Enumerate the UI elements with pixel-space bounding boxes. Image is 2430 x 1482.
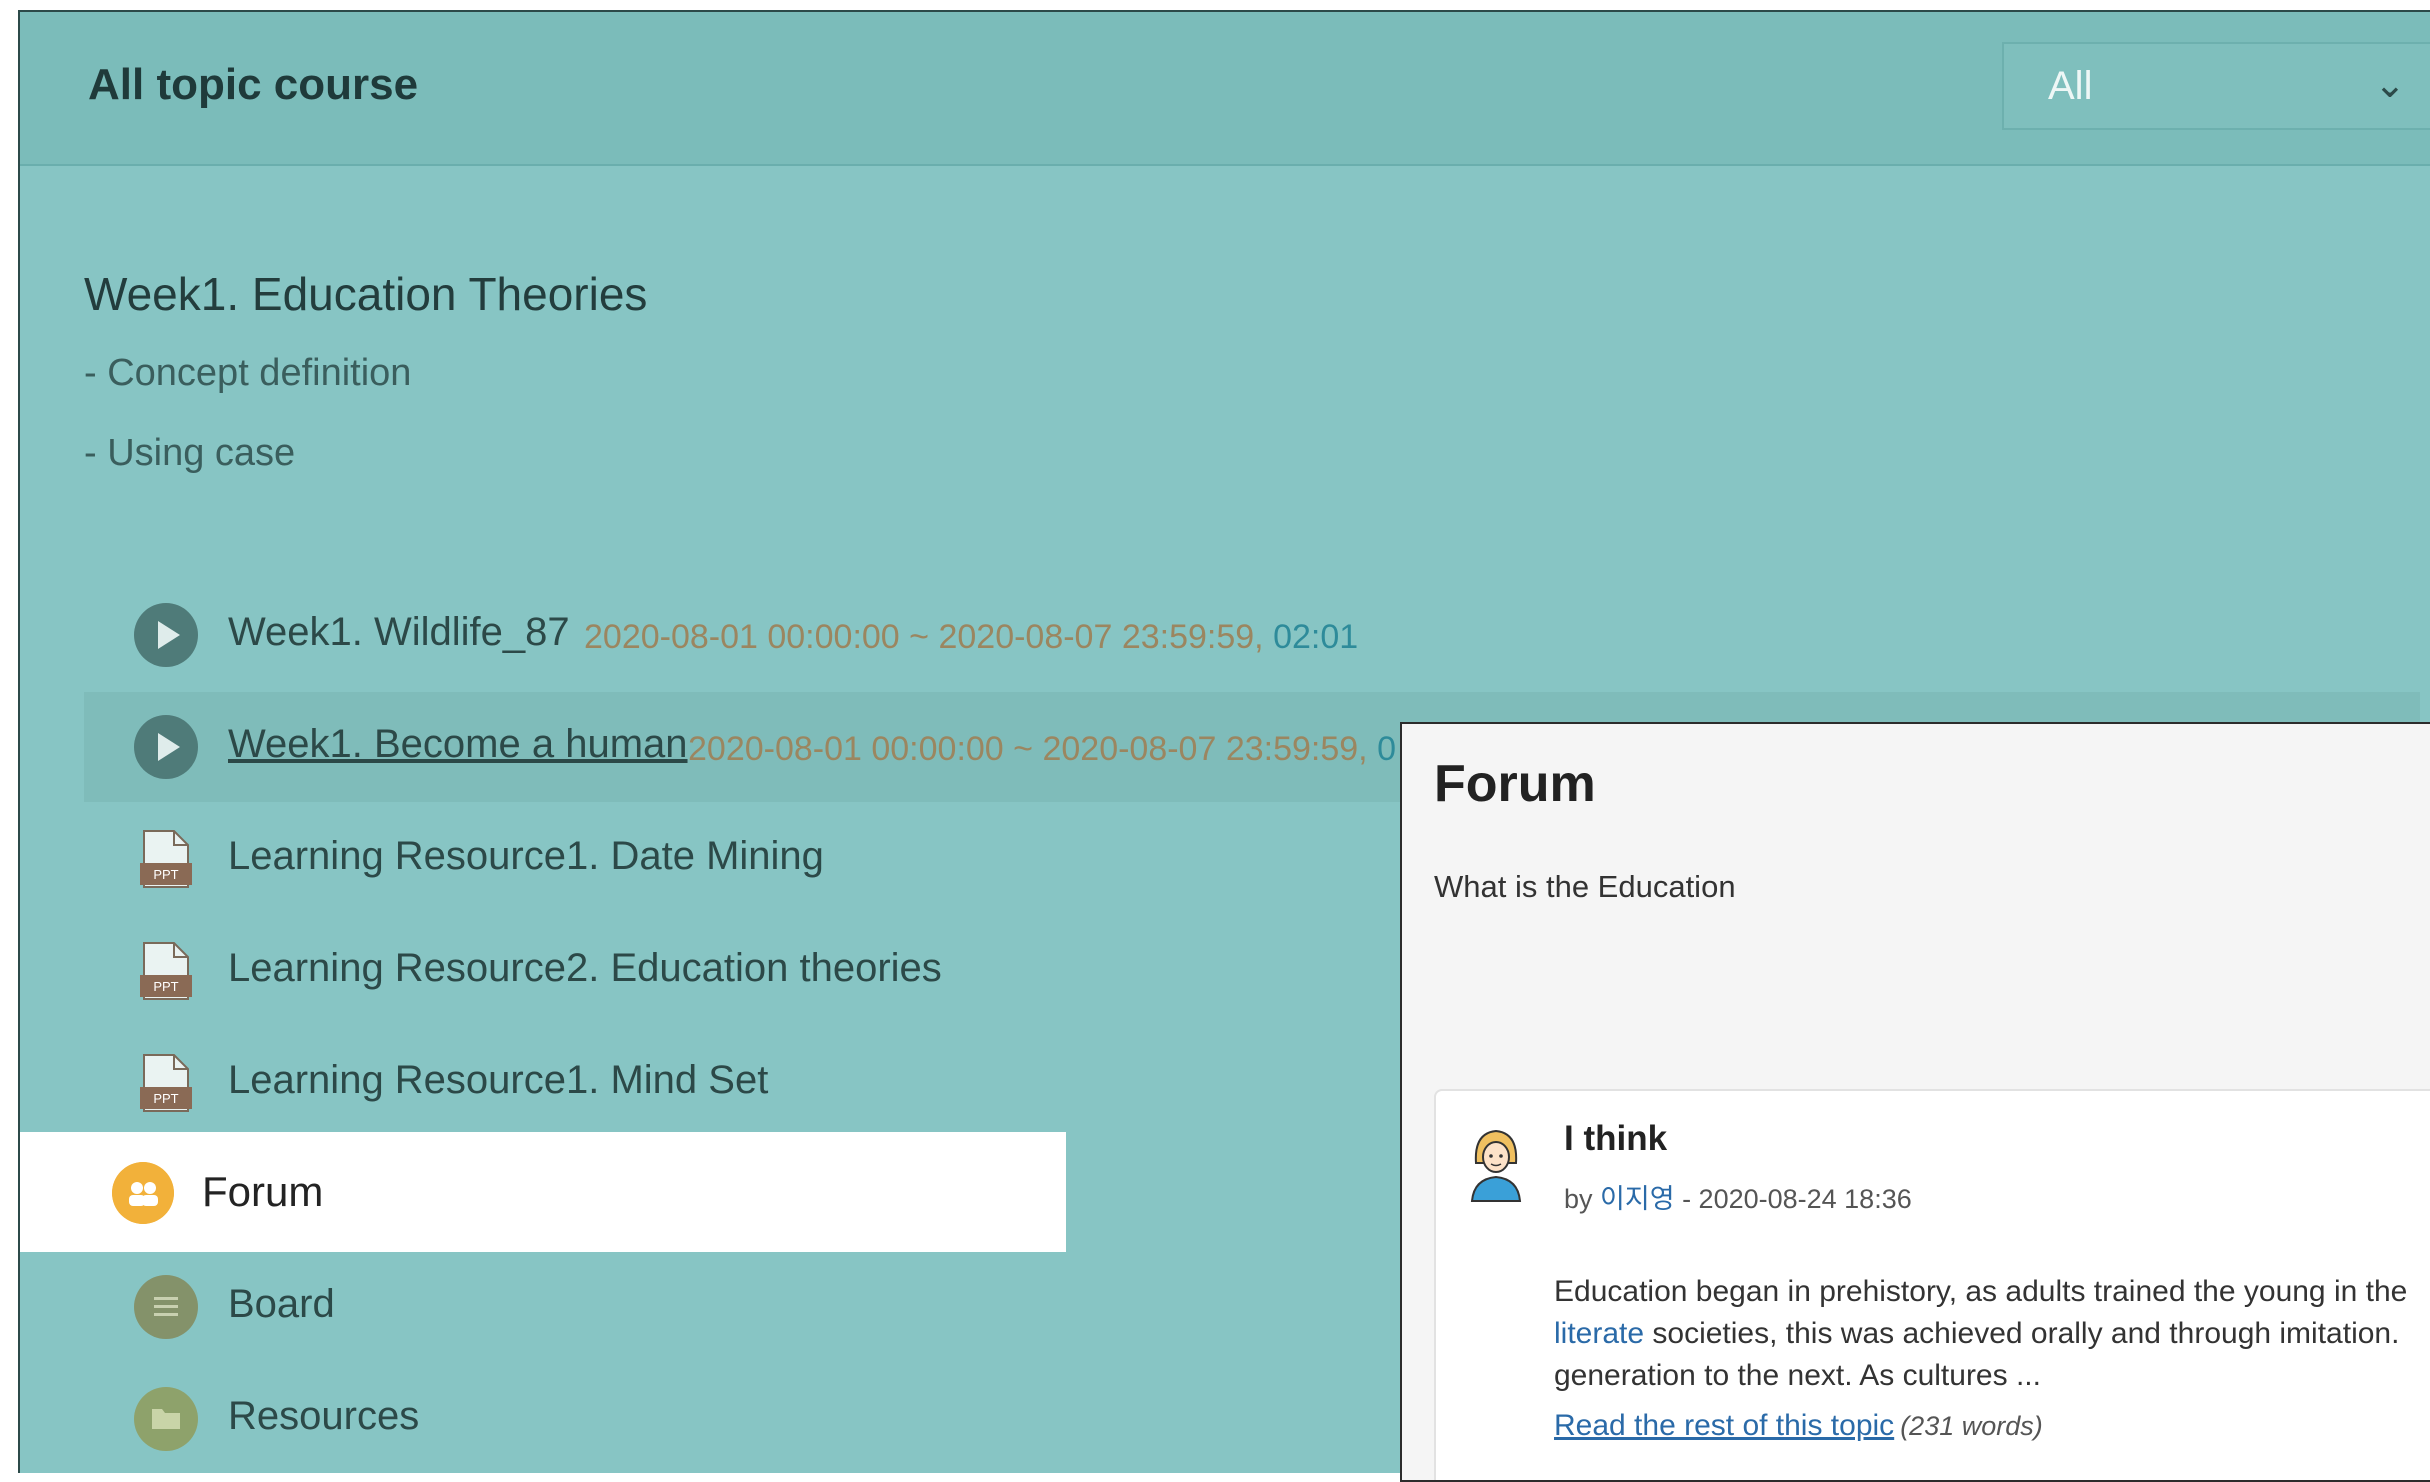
folder-icon [134, 1387, 198, 1451]
user-avatar-icon [1470, 1129, 1522, 1202]
course-title: All topic course [88, 60, 419, 109]
activity-label[interactable]: Learning Resource1. Mind Set [228, 1058, 768, 1103]
post-body-line: generation to the next. As cultures ... [1554, 1359, 2041, 1392]
forum-description: What is the Education [1434, 869, 1736, 904]
activity-label[interactable]: Week1. Wildlife_87 [228, 610, 570, 655]
activity-date-range: 2020-08-01 00:00:00 ~ 2020-08-07 23:59:5… [584, 618, 1359, 656]
activity-label[interactable]: Learning Resource1. Date Mining [228, 834, 824, 879]
play-icon[interactable] [134, 715, 198, 779]
ppt-file-icon: PPT [140, 942, 192, 1000]
course-header: All topic course All ⌄ [20, 12, 2430, 166]
activity-label[interactable]: Week1. Become a human [228, 722, 688, 767]
post-body: Education began in prehistory, as adults… [1554, 1271, 2407, 1397]
section-desc-item: - Using case [84, 432, 296, 474]
section-desc-item: - Concept definition [84, 352, 412, 394]
popup-title: Forum [1434, 755, 1596, 813]
glossary-link[interactable]: literate [1554, 1317, 1644, 1350]
forum-post: I think by 이지영 - 2020-08-24 18:36 Educat… [1434, 1089, 2430, 1480]
filter-value: All [2048, 64, 2093, 108]
activity-forum[interactable]: Forum [20, 1132, 1066, 1252]
activity-duration: 02:01 [1273, 618, 1359, 656]
forum-icon [112, 1162, 174, 1224]
chevron-down-icon: ⌄ [2374, 64, 2406, 106]
svg-text:PPT: PPT [153, 1091, 178, 1106]
ppt-file-icon: PPT [140, 830, 192, 888]
post-subject: I think [1564, 1119, 1668, 1158]
read-more-link[interactable]: Read the rest of this topic [1554, 1409, 1894, 1442]
activity-video[interactable]: Week1. Wildlife_87 2020-08-01 00:00:00 ~… [84, 580, 2420, 690]
word-count: (231 words) [1900, 1411, 2043, 1441]
post-body-line: Education began in prehistory, as adults… [1554, 1275, 2408, 1308]
svg-text:PPT: PPT [153, 867, 178, 882]
board-icon [134, 1275, 198, 1339]
post-body-line: literate societies, this was achieved or… [1554, 1317, 2400, 1350]
post-author-link[interactable]: 이지영 [1600, 1184, 1675, 1214]
filter-select[interactable]: All ⌄ [2002, 42, 2430, 130]
ppt-file-icon: PPT [140, 1054, 192, 1112]
read-more: Read the rest of this topic (231 words) [1554, 1409, 2043, 1443]
activity-date-range: 2020-08-01 00:00:00 ~ 2020-08-07 23:59:5… [688, 730, 1396, 768]
activity-duration: 0 [1377, 730, 1396, 768]
activity-label[interactable]: Forum [202, 1168, 323, 1216]
activity-label[interactable]: Resources [228, 1394, 419, 1439]
play-icon[interactable] [134, 603, 198, 667]
activity-label[interactable]: Learning Resource2. Education theories [228, 946, 942, 991]
section-title: Week1. Education Theories [84, 268, 648, 320]
post-meta: by 이지영 - 2020-08-24 18:36 [1564, 1184, 1912, 1214]
activity-label[interactable]: Board [228, 1282, 335, 1327]
forum-popup: Forum What is the Education I think by 이… [1400, 722, 2430, 1482]
svg-text:PPT: PPT [153, 979, 178, 994]
